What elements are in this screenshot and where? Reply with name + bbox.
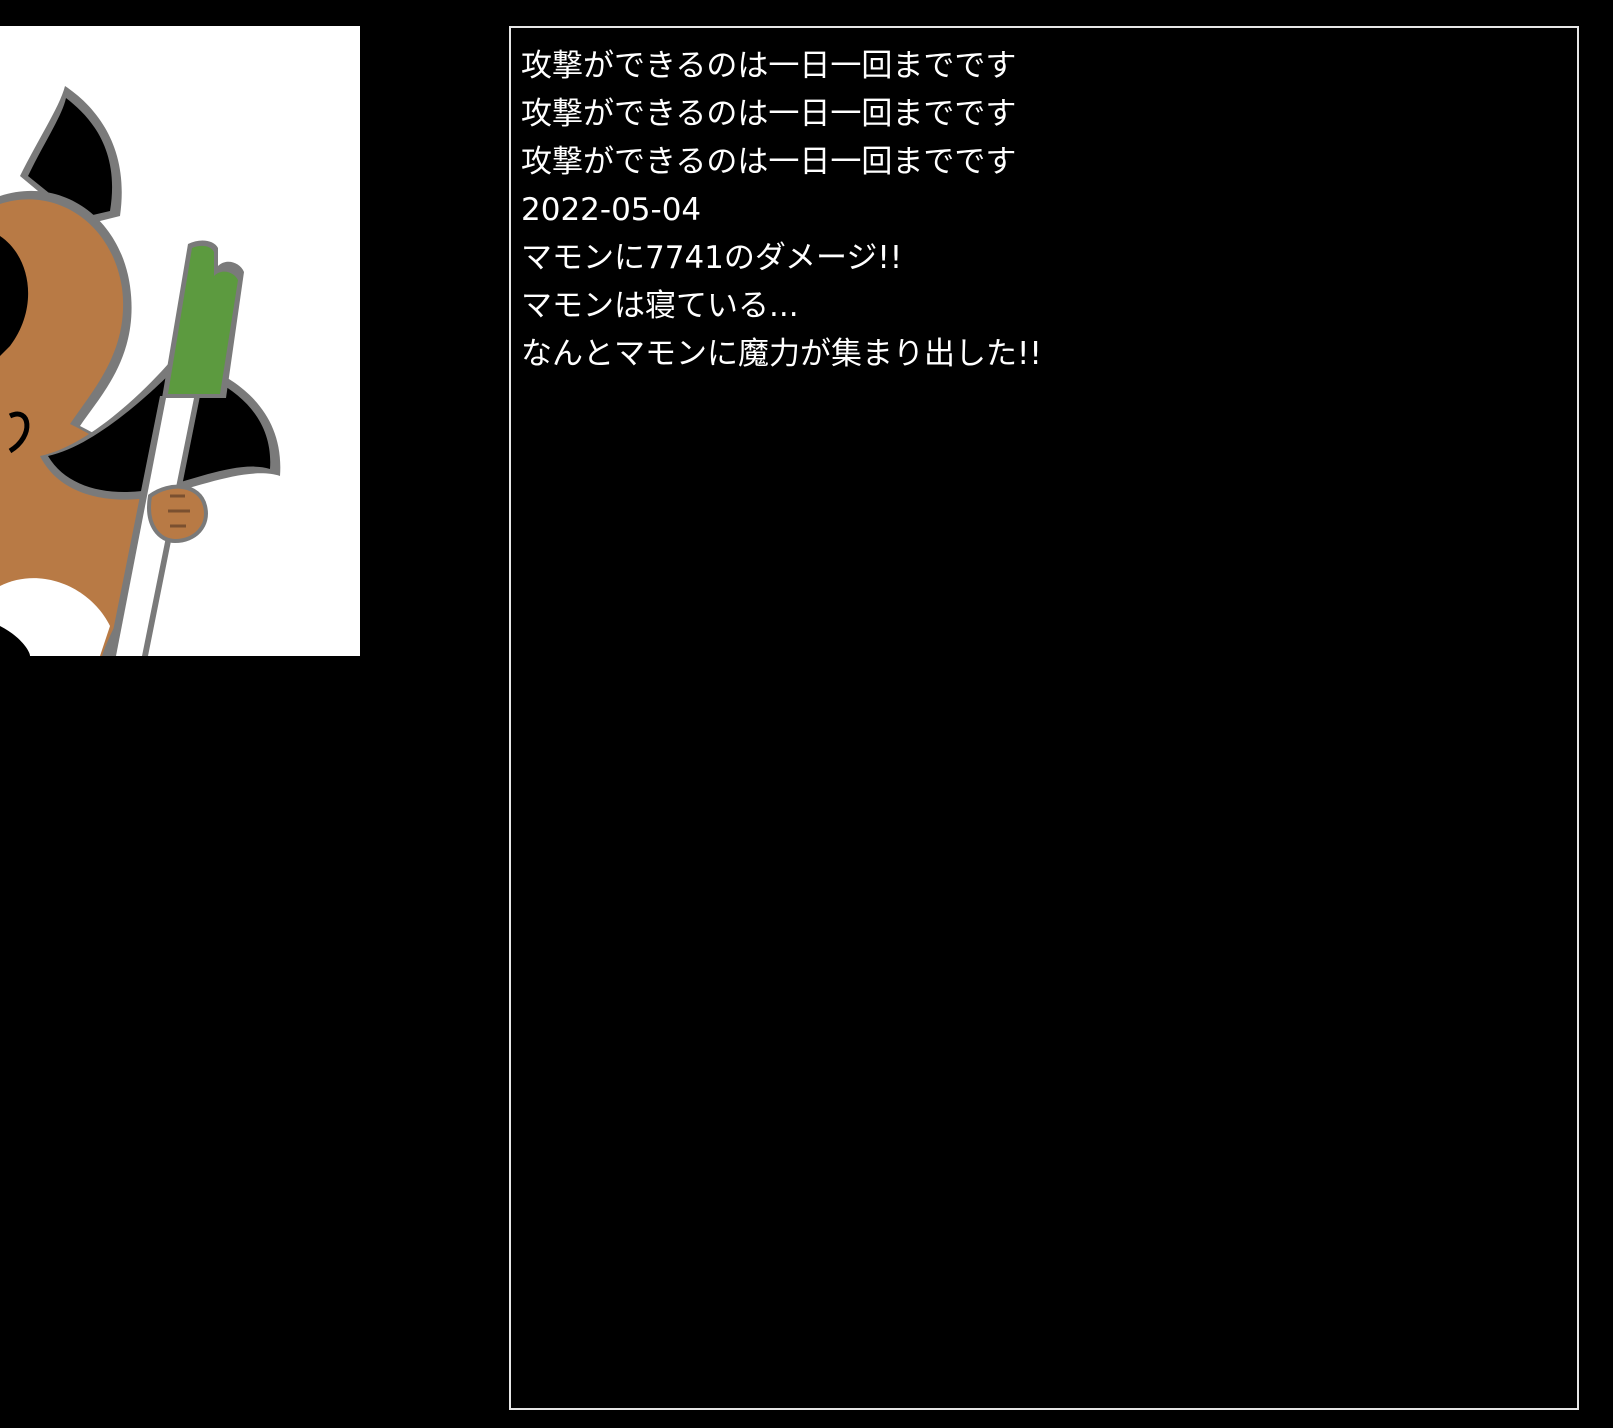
battle-log: 攻撃ができるのは一日一回までです 攻撃ができるのは一日一回までです 攻撃ができる… — [509, 26, 1579, 1410]
monster-portrait — [0, 26, 360, 656]
log-line: マモンは寝ている... — [521, 288, 799, 324]
log-line: 攻撃ができるのは一日一回までです — [521, 144, 1017, 180]
log-line: なんとマモンに魔力が集まり出した!! — [521, 336, 1042, 372]
log-date: 2022-05-04 — [521, 192, 702, 228]
log-line: 攻撃ができるのは一日一回までです — [521, 96, 1017, 132]
log-line: マモンに7741のダメージ!! — [521, 240, 903, 276]
game-screen: 攻撃ができるのは一日一回までです 攻撃ができるのは一日一回までです 攻撃ができる… — [0, 0, 1613, 1428]
demon-with-leek-illustration-icon — [0, 26, 360, 656]
log-line: 攻撃ができるのは一日一回までです — [521, 48, 1017, 84]
